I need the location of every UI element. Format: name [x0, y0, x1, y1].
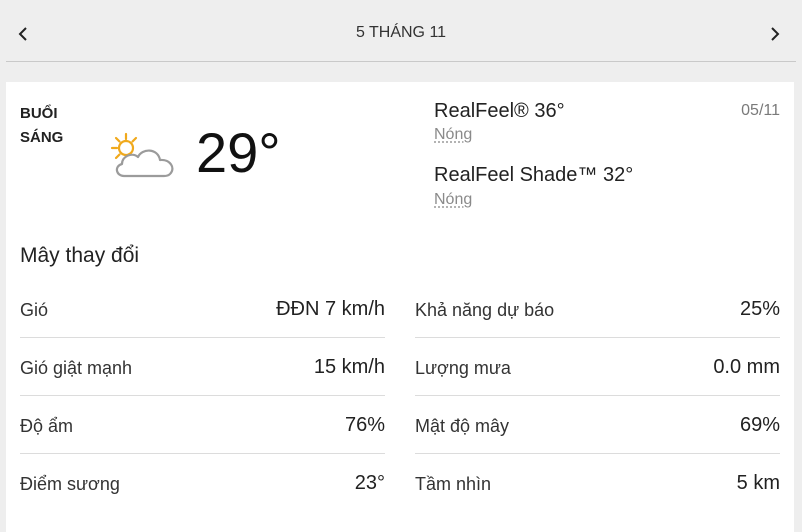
chevron-right-icon — [771, 27, 780, 41]
details-right-column: Khả năng dự báo 25% Lượng mưa 0.0 mm Mật… — [415, 280, 780, 511]
detail-label: Lượng mưa — [415, 358, 511, 378]
period-line-2: SÁNG — [20, 129, 64, 146]
detail-value: 5 km — [736, 472, 780, 494]
detail-label: Mật độ mây — [415, 416, 510, 436]
detail-row-wind: Gió ĐĐN 7 km/h — [20, 280, 385, 338]
detail-row-dew-point: Điểm sương 23° — [20, 454, 385, 511]
detail-label: Tầm nhìn — [415, 474, 492, 494]
detail-value: 23° — [354, 472, 385, 494]
detail-row-precipitation: Lượng mưa 0.0 mm — [415, 338, 780, 396]
realfeel-description[interactable]: Nóng — [434, 126, 472, 144]
card-date: 05/11 — [741, 102, 780, 119]
detail-value: 69% — [739, 414, 780, 436]
weather-phrase: Mây thay đổi — [20, 244, 140, 267]
details-left-column: Gió ĐĐN 7 km/h Gió giật mạnh 15 km/h Độ … — [20, 280, 385, 511]
detail-value: 25% — [739, 298, 780, 320]
detail-row-cloud-cover: Mật độ mây 69% — [415, 396, 780, 454]
detail-label: Gió — [20, 300, 49, 320]
detail-row-wind-gusts: Gió giật mạnh 15 km/h — [20, 338, 385, 396]
detail-value: 0.0 mm — [713, 356, 780, 378]
detail-value: 76% — [344, 414, 385, 436]
day-period-label: BUỔI SÁNG — [20, 102, 63, 150]
detail-label: Khả năng dự báo — [415, 300, 555, 320]
detail-value: 15 km/h — [313, 356, 385, 378]
header-divider — [6, 61, 796, 62]
realfeel-shade-value: RealFeel Shade™ 32° — [434, 164, 634, 186]
period-line-1: BUỔI — [20, 105, 58, 122]
current-temperature: 29° — [196, 121, 281, 184]
detail-row-visibility: Tầm nhìn 5 km — [415, 454, 780, 511]
partly-sunny-icon — [110, 132, 174, 178]
detail-value: ĐĐN 7 km/h — [276, 298, 385, 320]
detail-row-precip-probability: Khả năng dự báo 25% — [415, 280, 780, 338]
detail-label: Gió giật mạnh — [20, 358, 133, 378]
detail-label: Độ ẩm — [20, 416, 74, 436]
date-title: 5 THÁNG 11 — [355, 24, 447, 41]
realfeel-value: RealFeel® 36° — [434, 100, 565, 122]
next-day-button[interactable] — [760, 16, 790, 52]
detail-label: Điểm sương — [20, 474, 120, 494]
date-navigation-bar: 5 THÁNG 11 — [0, 0, 802, 62]
realfeel-shade-description[interactable]: Nóng — [434, 191, 472, 209]
forecast-card: BUỔI SÁNG 29° RealFeel® 36° Nóng RealFee… — [6, 82, 794, 532]
detail-row-humidity: Độ ẩm 76% — [20, 396, 385, 454]
